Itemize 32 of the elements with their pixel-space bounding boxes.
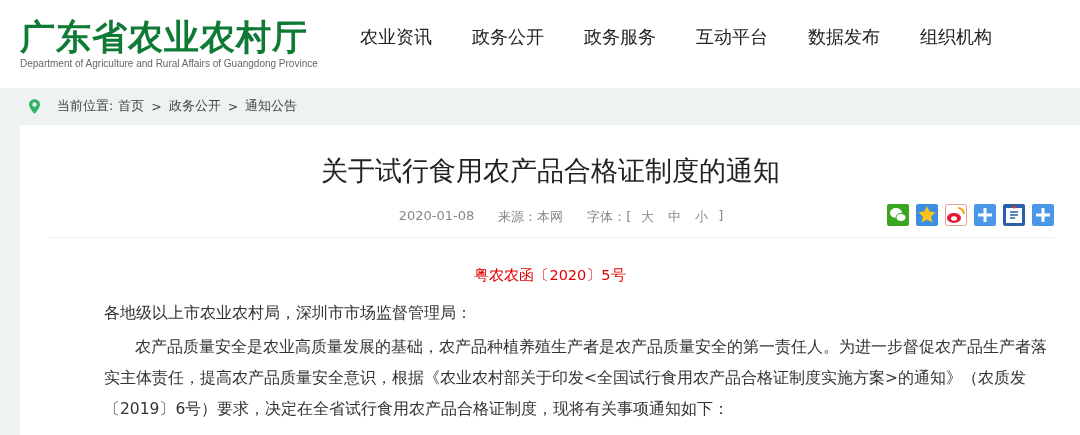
font-size-bracket: ] [718,208,724,225]
plus-icon[interactable] [1032,204,1054,226]
breadcrumb-label: 当前位置: [57,98,114,115]
nav-link[interactable]: 数据发布 [808,24,880,49]
eye-signal-icon[interactable] [945,204,967,226]
nav-link[interactable]: 互动平台 [696,24,768,49]
site-logo-title: 广东省农业农村厅 [20,16,309,58]
font-size-link[interactable]: 小 [695,208,709,226]
breadcrumb-link[interactable]: 通知公告 [245,98,298,115]
nav-link[interactable]: 农业资讯 [360,24,432,49]
nav-link[interactable]: 政务服务 [584,24,656,49]
plus-icon[interactable] [974,204,996,226]
document-number: 粤农农函〔2020〕5号 [473,266,627,285]
font-size-label: 字体：[ [587,208,632,226]
article-title: 关于试行食用农产品合格证制度的通知 [319,154,781,188]
site-logo-subtitle: Department of Agriculture and Rural Affairs of Guangdong Province [20,58,319,69]
breadcrumb-link[interactable]: 政务公开 [168,98,221,115]
breadcrumb-link[interactable]: 首页 [118,98,145,115]
article-source: 来源：本网 [498,208,564,226]
breadcrumb-separator: > [227,99,239,114]
note-icon[interactable] [1003,204,1025,226]
salutation-text: 各地级以上市农业农村局，深圳市市场监督管理局： [104,303,473,324]
breadcrumb-separator: > [151,99,162,114]
body-paragraph: 农产品质量安全是农业高质量发展的基础，农产品种植养殖生产者是农产品质量安全的第一责任人。为进一步督促农产品生产者落实主体责任，提高农产品质量安全意识，根据《农业农村部关于印发<全国试行食用农产品合格证制度实施方案>的通知》（农质发〔2019〕6号）要求，决定在全省试行食用农产品合格证制度，现将有关事项通知如下： [104,337,1048,420]
font-size-link[interactable]: 大 [641,208,655,226]
chat-bubbles-icon[interactable] [887,204,909,226]
publish-date: 2020-01-08 [398,208,475,225]
nav-link[interactable]: 政务公开 [472,24,544,49]
font-size-link[interactable]: 中 [668,208,682,226]
nav-link[interactable]: 组织机构 [920,24,992,49]
star-icon[interactable] [916,204,938,226]
location-pin-icon [29,99,40,114]
